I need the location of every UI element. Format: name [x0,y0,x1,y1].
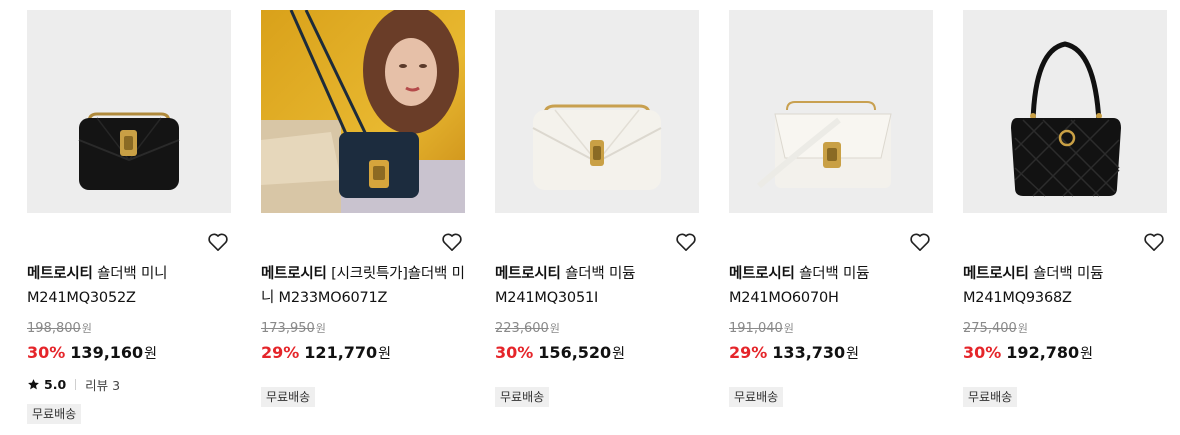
product-title[interactable]: 메트로시티 숄더백 미듐 M241MQ3051I [495,262,699,310]
free-shipping-badge: 무료배송 [963,387,1018,407]
star-icon [28,379,39,390]
price-value: 139,160 [70,343,144,362]
free-shipping-badge: 무료배송 [27,404,82,424]
rating-summary: 5.0 리뷰 3 [27,375,120,394]
brand-name: 메트로시티 [729,266,795,282]
white-flap-bag-image [729,10,933,213]
original-price: 223,600원 [495,321,560,336]
free-shipping-badge: 무료배송 [261,387,316,407]
product-image[interactable] [495,10,699,213]
free-shipping-badge: 무료배송 [729,387,784,407]
sale-price: 30% 139,160원 [27,343,158,362]
discount-rate: 29% [261,343,300,362]
black-hobo-bag-image [963,10,1167,213]
sale-price: 30% 156,520원 [495,343,626,362]
review-count: 리뷰 3 [85,378,121,393]
original-price: 275,400원 [963,321,1028,336]
product-title[interactable]: 메트로시티 숄더백 미니 M241MQ3052Z [27,262,231,310]
discount-rate: 29% [729,343,768,362]
white-quilted-bag-image [495,10,699,213]
original-price: 173,950원 [261,321,326,336]
original-price: 191,040원 [729,321,794,336]
product-card[interactable]: 메트로시티 숄더백 미듐 M241MQ9368Z 275,400원 30% 192… [963,10,1167,407]
price-value: 192,780 [1006,343,1080,362]
product-card[interactable]: 메트로시티 숄더백 미듐 M241MO6070H 191,040원 29% 133… [729,10,933,407]
price-value: 133,730 [772,343,846,362]
black-quilted-bag-image [27,10,231,213]
brand-name: 메트로시티 [27,266,93,282]
product-grid: 메트로시티 숄더백 미니 M241MQ3052Z 198,800원 30% 139… [0,0,1180,435]
discount-rate: 30% [963,343,1002,362]
original-price: 198,800원 [27,321,92,336]
product-image[interactable] [963,10,1167,213]
product-image[interactable] [27,10,231,213]
product-card[interactable]: 메트로시티 숄더백 미니 M241MQ3052Z 198,800원 30% 139… [27,10,231,424]
brand-name: 메트로시티 [495,266,561,282]
product-title[interactable]: 메트로시티 숄더백 미듐 M241MQ9368Z [963,262,1167,310]
rating-score: 5.0 [44,377,67,392]
price-value: 156,520 [538,343,612,362]
discount-rate: 30% [27,343,66,362]
heart-outline-icon[interactable] [441,232,463,252]
model-with-bag-image [261,10,465,213]
heart-outline-icon[interactable] [675,232,697,252]
brand-name: 메트로시티 [261,266,327,282]
product-card[interactable]: 메트로시티 [시크릿특가]숄더백 미니 M233MO6071Z 173,950원… [261,10,465,407]
sale-price: 29% 133,730원 [729,343,860,362]
product-title[interactable]: 메트로시티 [시크릿특가]숄더백 미니 M233MO6071Z [261,262,465,310]
divider [75,379,77,390]
price-value: 121,770 [304,343,378,362]
sale-price: 29% 121,770원 [261,343,392,362]
product-image[interactable] [729,10,933,213]
free-shipping-badge: 무료배송 [495,387,550,407]
product-image[interactable] [261,10,465,213]
product-title[interactable]: 메트로시티 숄더백 미듐 M241MO6070H [729,262,933,310]
product-card[interactable]: 메트로시티 숄더백 미듐 M241MQ3051I 223,600원 30% 156… [495,10,699,407]
heart-outline-icon[interactable] [1143,232,1165,252]
discount-rate: 30% [495,343,534,362]
brand-name: 메트로시티 [963,266,1029,282]
heart-outline-icon[interactable] [207,232,229,252]
heart-outline-icon[interactable] [909,232,931,252]
sale-price: 30% 192,780원 [963,343,1094,362]
